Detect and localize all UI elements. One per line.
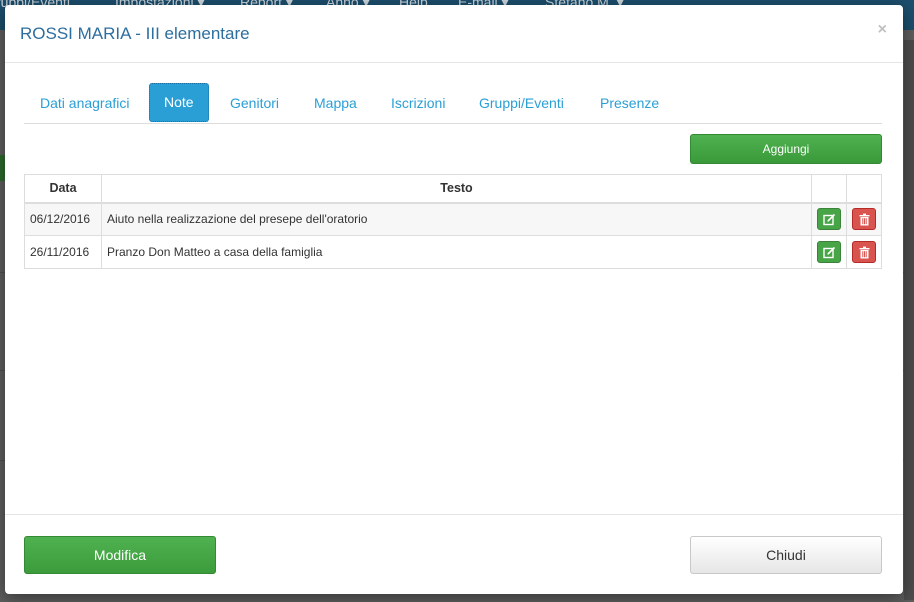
- delete-note-button[interactable]: [852, 241, 876, 263]
- delete-cell: [846, 202, 882, 236]
- modal-footer: Modifica Chiudi: [5, 514, 903, 594]
- note-date: 06/12/2016: [24, 202, 102, 236]
- trash-icon: [859, 246, 870, 259]
- tab-presenze[interactable]: Presenze: [600, 83, 659, 123]
- table-header-row: Data Testo: [24, 174, 882, 204]
- tab-gruppi-eventi[interactable]: Gruppi/Eventi: [479, 83, 564, 123]
- note-date: 26/11/2016: [24, 235, 102, 269]
- tab-bar: Dati anagrafici Note Genitori Mappa Iscr…: [24, 83, 882, 124]
- edit-icon: [823, 214, 836, 226]
- add-note-button[interactable]: Aggiungi: [690, 134, 882, 164]
- tab-mappa[interactable]: Mappa: [314, 83, 357, 123]
- delete-cell: [846, 235, 882, 269]
- modal-header: ROSSI MARIA - III elementare ×: [5, 5, 903, 63]
- column-header-edit: [811, 174, 847, 204]
- tab-iscrizioni[interactable]: Iscrizioni: [391, 83, 445, 123]
- edit-cell: [811, 202, 847, 236]
- table-row: 26/11/2016 Pranzo Don Matteo a casa dell…: [24, 235, 882, 269]
- close-icon[interactable]: ×: [878, 21, 887, 39]
- student-modal: ROSSI MARIA - III elementare × Dati anag…: [5, 5, 903, 594]
- edit-note-button[interactable]: [817, 208, 841, 231]
- trash-icon: [859, 213, 870, 226]
- modal-title: ROSSI MARIA - III elementare: [20, 24, 250, 43]
- note-text: Aiuto nella realizzazione del presepe de…: [101, 202, 812, 236]
- edit-icon: [823, 246, 836, 259]
- delete-note-button[interactable]: [852, 208, 876, 231]
- column-header-delete: [846, 174, 882, 204]
- column-header-testo: Testo: [101, 174, 812, 204]
- edit-note-button[interactable]: [817, 241, 841, 263]
- notes-table: Data Testo 06/12/2016 Aiuto nella realiz…: [24, 174, 882, 269]
- tab-genitori[interactable]: Genitori: [230, 83, 279, 123]
- note-text: Pranzo Don Matteo a casa della famiglia: [101, 235, 812, 269]
- tab-note[interactable]: Note: [149, 83, 209, 122]
- chiudi-button[interactable]: Chiudi: [690, 536, 882, 574]
- edit-cell: [811, 235, 847, 269]
- tab-dati-anagrafici[interactable]: Dati anagrafici: [40, 83, 130, 123]
- column-header-data: Data: [24, 174, 102, 204]
- modifica-button[interactable]: Modifica: [24, 536, 216, 574]
- background-scrollbar: [904, 40, 914, 600]
- table-row: 06/12/2016 Aiuto nella realizzazione del…: [24, 202, 882, 236]
